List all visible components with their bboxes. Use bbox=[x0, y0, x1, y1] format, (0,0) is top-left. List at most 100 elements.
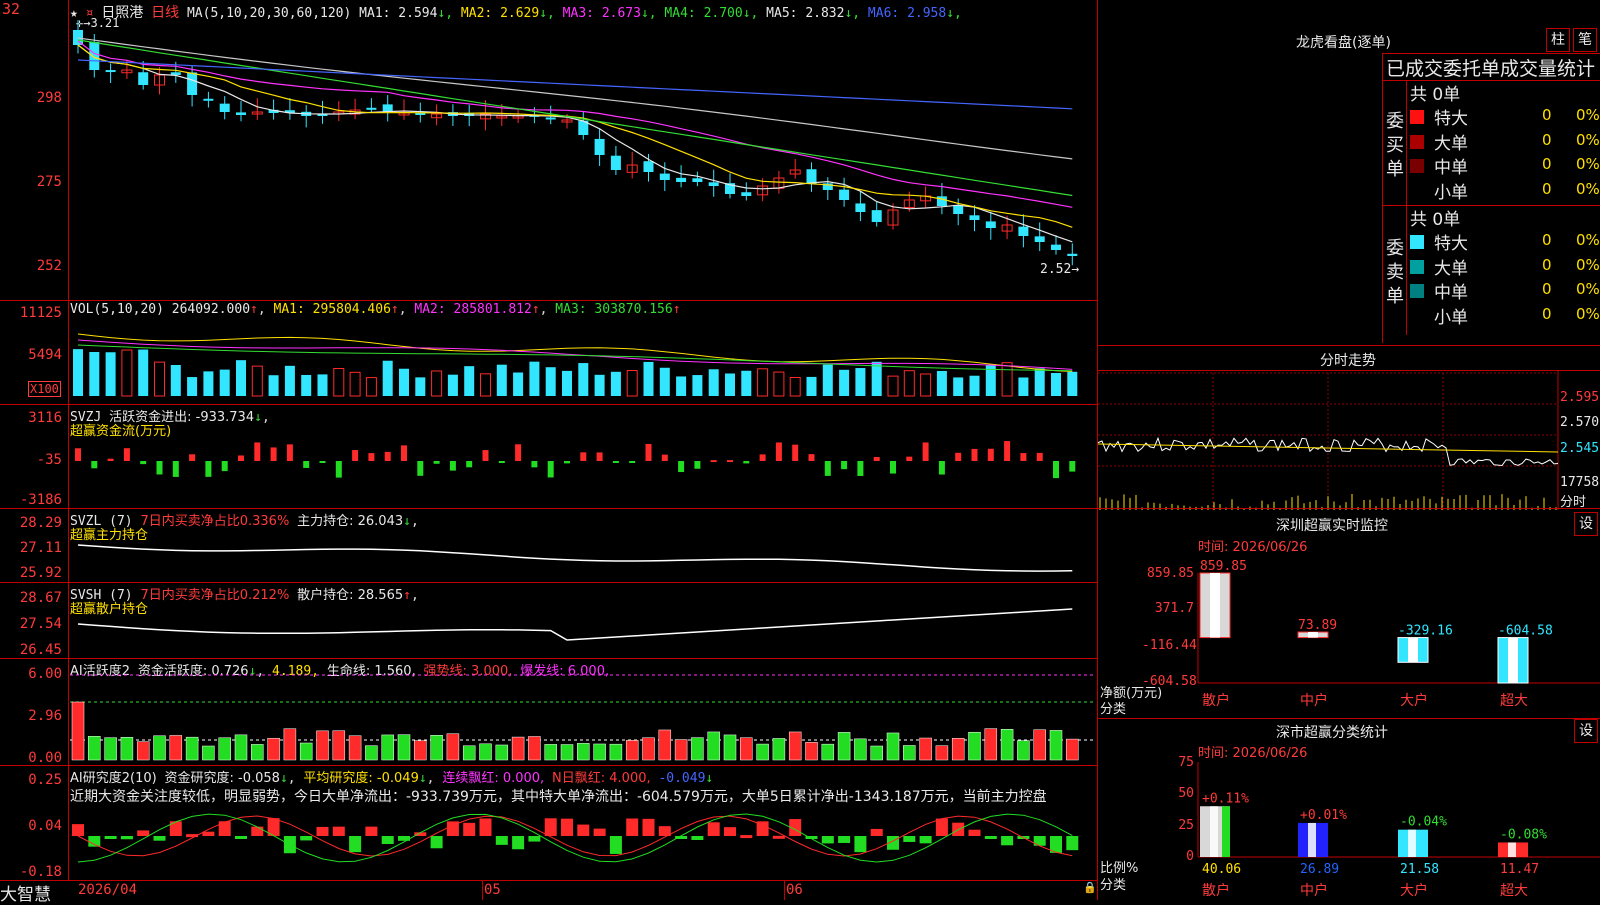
activity-bar bbox=[544, 744, 557, 761]
research-bar bbox=[202, 831, 215, 836]
volume-bar bbox=[349, 371, 361, 397]
activity-bar bbox=[120, 737, 134, 761]
research-bar bbox=[88, 836, 101, 847]
research-bar bbox=[821, 836, 834, 844]
flow-bar bbox=[710, 460, 717, 463]
research-bar bbox=[707, 822, 720, 836]
volume-bar bbox=[464, 366, 475, 396]
activity-bar bbox=[772, 738, 786, 761]
research-bar bbox=[642, 818, 655, 836]
flow-bar bbox=[922, 442, 929, 461]
activity-bar bbox=[577, 743, 590, 761]
flow-bar bbox=[401, 445, 407, 461]
candle-body bbox=[871, 210, 882, 222]
activity-bar bbox=[1049, 730, 1063, 761]
volume-bar bbox=[1018, 377, 1029, 396]
main-chart-area[interactable]: 32 ★ ¤ 日照港 日线 MA(5,10,20,30,60,120) MA1:… bbox=[0, 0, 1098, 905]
volume-bar bbox=[545, 367, 556, 396]
category-label: 大户 bbox=[1400, 882, 1428, 899]
research-bar bbox=[235, 836, 247, 839]
flow-bar bbox=[270, 447, 277, 461]
candle-body bbox=[73, 30, 83, 45]
volume-bar bbox=[219, 369, 230, 396]
flow-bar bbox=[1036, 452, 1043, 461]
flow-bar bbox=[727, 460, 733, 463]
research-bar bbox=[577, 824, 590, 836]
flow-bar bbox=[303, 461, 310, 468]
change-label: -0.08% bbox=[1500, 827, 1547, 842]
volume-bar bbox=[741, 370, 752, 396]
flow-bar bbox=[319, 461, 326, 463]
research-bar bbox=[854, 836, 867, 853]
volume-bar bbox=[969, 375, 980, 396]
activity-bar bbox=[740, 737, 753, 761]
activity-bar bbox=[446, 733, 460, 761]
flow-bar bbox=[140, 461, 147, 465]
research-bar bbox=[381, 836, 394, 845]
flow-bar bbox=[466, 461, 473, 468]
ma2-line bbox=[77, 44, 1073, 228]
flow-bar bbox=[417, 461, 424, 476]
activity-bar bbox=[381, 734, 394, 761]
activity-bar bbox=[951, 738, 965, 761]
volume-bar bbox=[333, 368, 345, 397]
research-bar bbox=[968, 829, 981, 836]
activity-bar bbox=[283, 728, 297, 761]
volume-bar bbox=[708, 369, 719, 396]
activity-bar bbox=[316, 730, 329, 761]
activity-bar bbox=[136, 741, 150, 761]
volume-bar bbox=[268, 375, 279, 396]
volume-bar bbox=[936, 370, 947, 396]
ma5-line bbox=[77, 37, 1073, 160]
volume-bar bbox=[236, 360, 246, 396]
flow-bar bbox=[596, 452, 603, 461]
volume-bar bbox=[626, 369, 638, 397]
volume-bar bbox=[1067, 371, 1078, 396]
activity-bar bbox=[674, 739, 688, 761]
activity-bar bbox=[1000, 729, 1014, 761]
volume-bar bbox=[138, 349, 149, 396]
flow-bar bbox=[368, 453, 375, 461]
activity-bar bbox=[691, 737, 704, 761]
activity-bar bbox=[234, 734, 248, 761]
candle-body bbox=[545, 117, 556, 120]
volume-bar bbox=[676, 376, 687, 396]
volume-bar bbox=[871, 361, 882, 396]
activity-bar bbox=[332, 730, 346, 761]
flow-bar bbox=[238, 455, 244, 461]
category-label: 超大 bbox=[1500, 883, 1528, 899]
flow-bar bbox=[515, 444, 522, 461]
volume-bar bbox=[284, 365, 295, 396]
right-panel: 龙虎看盘(逐单) 柱 笔 已成交委托单成交量统计 委买单 委卖单 共 0单 特大… bbox=[1097, 0, 1600, 900]
volume-bar bbox=[496, 364, 507, 396]
research-bar bbox=[919, 836, 932, 844]
volume-bar bbox=[1001, 362, 1013, 397]
activity-bar bbox=[560, 744, 574, 761]
flow-bar bbox=[286, 444, 293, 461]
research-bar bbox=[626, 818, 639, 836]
volume-bar bbox=[887, 375, 899, 397]
flow-bar bbox=[433, 461, 440, 464]
research-bar bbox=[153, 836, 166, 841]
volume-bar bbox=[725, 373, 735, 396]
flow-bar bbox=[1004, 441, 1011, 461]
candle-body bbox=[1051, 244, 1061, 250]
ratio-value-label: 21.58 bbox=[1400, 862, 1439, 877]
activity-bar bbox=[414, 740, 427, 761]
flow-bar bbox=[612, 461, 619, 463]
flow-bar bbox=[841, 461, 848, 470]
flow-bar bbox=[172, 461, 179, 477]
flow-bar bbox=[254, 442, 261, 461]
research-bar bbox=[903, 836, 916, 842]
research-bar bbox=[251, 826, 264, 836]
activity-bar bbox=[756, 743, 769, 761]
activity-bar bbox=[935, 745, 949, 761]
research-bar bbox=[838, 836, 851, 843]
flow-bar bbox=[384, 451, 391, 461]
activity-bar bbox=[299, 742, 313, 761]
volume-bar bbox=[692, 375, 703, 396]
volume-bar bbox=[399, 368, 409, 396]
flow-bar bbox=[498, 461, 505, 463]
flow-bar bbox=[743, 461, 750, 464]
volume-bar bbox=[513, 372, 524, 396]
